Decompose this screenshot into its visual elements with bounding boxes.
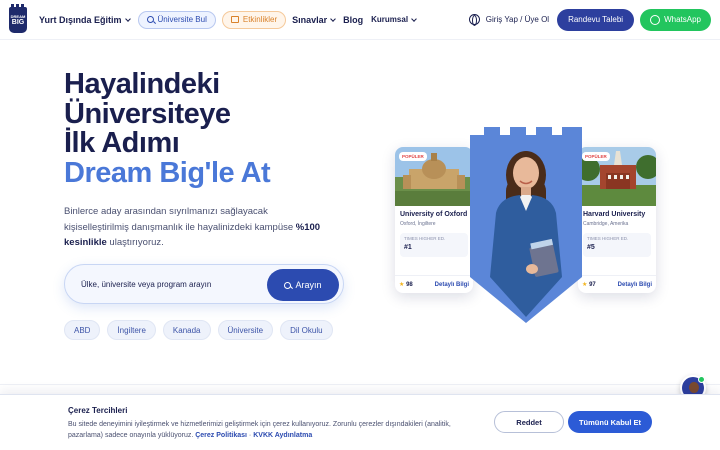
hero-title: Hayalindeki Üniversiteye İlk Adımı Dream… — [64, 68, 271, 189]
details-link[interactable]: Detaylı Bilgi — [618, 282, 652, 288]
search-icon — [284, 281, 292, 289]
cookie-title: Çerez Tercihleri — [68, 406, 128, 415]
university-card[interactable]: POPÜLER University of Oxford Oxford, İng… — [395, 147, 473, 293]
agent-avatar — [689, 382, 699, 393]
details-link[interactable]: Detaylı Bilgi — [435, 282, 469, 288]
logo-text-bottom: BIG — [11, 18, 25, 26]
hero-title-line-1: Hayalindeki — [64, 68, 220, 100]
popular-badge: POPÜLER — [582, 152, 610, 161]
events-label: Etkinlikler — [242, 15, 278, 24]
ranking-label: TIMES HIGHER ED. — [587, 236, 629, 241]
tag-abd[interactable]: ABD — [64, 320, 101, 340]
university-card[interactable]: POPÜLER Harvard University Cambridge, Am… — [578, 147, 656, 293]
score-value: 97 — [589, 282, 596, 288]
nav-corporate[interactable]: Kurumsal — [371, 15, 417, 24]
nav-study-abroad-label: Yurt Dışında Eğitim — [39, 14, 122, 25]
castle-student-illustration — [470, 127, 582, 323]
ranking-label: TIMES HIGHER ED. — [404, 236, 446, 241]
chevron-down-icon — [411, 15, 417, 22]
whatsapp-icon — [650, 14, 661, 25]
events-button[interactable]: Etkinlikler — [221, 10, 287, 29]
cookie-description: Bu sitede deneyimini iyileştirmek ve hiz… — [68, 419, 468, 441]
university-name: University of Oxford — [400, 211, 468, 218]
whatsapp-label: WhatsApp — [664, 15, 701, 24]
university-location: Cambridge, Amerika — [583, 221, 629, 227]
search-button[interactable]: Arayın — [267, 269, 339, 301]
nav-study-abroad[interactable]: Yurt Dışında Eğitim — [39, 14, 131, 25]
hero-description: Binlerce aday arasından sıyrılmanızı sağ… — [64, 204, 324, 251]
hero-desc-part-1: Binlerce aday arasından sıyrılmanızı sağ… — [64, 206, 296, 233]
calendar-icon — [230, 16, 239, 23]
chevron-down-icon — [330, 15, 336, 22]
hero-search-bar: Arayın — [64, 264, 344, 304]
cookie-policy-link[interactable]: Çerez Politikası — [195, 432, 247, 439]
nav-exams-label: Sınavlar — [292, 14, 328, 25]
top-navbar: DREAM BIG Yurt Dışında Eğitim Üniversite… — [0, 0, 720, 40]
search-button-label: Arayın — [295, 280, 322, 290]
find-university-button[interactable]: Üniversite Bul — [137, 10, 216, 29]
tag-ingiltere[interactable]: İngiltere — [107, 320, 156, 340]
nav-exams[interactable]: Sınavlar — [292, 14, 336, 25]
card-footer: ★ 98 Detaylı Bilgi — [395, 275, 473, 293]
find-university-label: Üniversite Bul — [157, 15, 207, 24]
nav-right-group: Giriş Yap / Üye Ol Randevu Talebi WhatsA… — [468, 8, 711, 31]
ranking-value: #1 — [404, 244, 412, 251]
card-footer: ★ 97 Detaylı Bilgi — [578, 275, 656, 293]
quick-tags: ABD İngiltere Kanada Üniversite Dil Okul… — [64, 320, 340, 340]
hero-title-line-4: Dream Big'le At — [64, 156, 271, 189]
university-name: Harvard University — [583, 211, 646, 218]
nav-blog-label: Blog — [343, 14, 364, 25]
star-icon: ★ — [582, 282, 588, 288]
appointment-label: Randevu Talebi — [568, 15, 624, 24]
whatsapp-button[interactable]: WhatsApp — [640, 8, 711, 31]
login-link[interactable]: Giriş Yap / Üye Ol — [486, 15, 549, 24]
ranking-value: #5 — [587, 244, 595, 251]
nav-corporate-label: Kurumsal — [371, 15, 409, 24]
search-icon — [146, 16, 154, 23]
nav-blog[interactable]: Blog — [343, 15, 363, 25]
star-icon: ★ — [399, 282, 405, 288]
ranking-box: TIMES HIGHER ED. #5 — [583, 233, 651, 257]
tag-kanada[interactable]: Kanada — [162, 320, 211, 340]
university-image: POPÜLER — [395, 147, 473, 206]
section-divider — [0, 384, 720, 385]
reject-cookies-button[interactable]: Reddet — [494, 411, 564, 433]
university-location: Oxford, İngiltere — [400, 221, 436, 227]
popular-badge: POPÜLER — [399, 152, 427, 161]
cookie-consent-bar: Çerez Tercihleri Bu sitede deneyimini iy… — [0, 394, 720, 450]
globe-icon[interactable] — [468, 14, 480, 26]
online-status-dot — [698, 376, 705, 383]
tag-universite[interactable]: Üniversite — [217, 320, 274, 340]
chevron-down-icon — [124, 15, 131, 22]
hero-title-line-2: Üniversiteye — [64, 97, 231, 130]
hero-desc-part-2: ulaştırıyoruz. — [106, 237, 164, 248]
page: DREAM BIG Yurt Dışında Eğitim Üniversite… — [0, 0, 720, 450]
ranking-box: TIMES HIGHER ED. #1 — [400, 233, 468, 257]
logo-icon[interactable]: DREAM BIG — [9, 3, 27, 33]
hero-title-line-3: İlk Adımı — [64, 127, 180, 159]
tag-dil-okulu[interactable]: Dil Okulu — [280, 320, 333, 340]
kvkk-link[interactable]: KVKK Aydınlatma — [253, 432, 312, 439]
appointment-button[interactable]: Randevu Talebi — [557, 8, 635, 31]
score-value: 98 — [406, 282, 413, 288]
university-image: POPÜLER — [578, 147, 656, 206]
accept-all-cookies-button[interactable]: Tümünü Kabul Et — [568, 411, 652, 433]
